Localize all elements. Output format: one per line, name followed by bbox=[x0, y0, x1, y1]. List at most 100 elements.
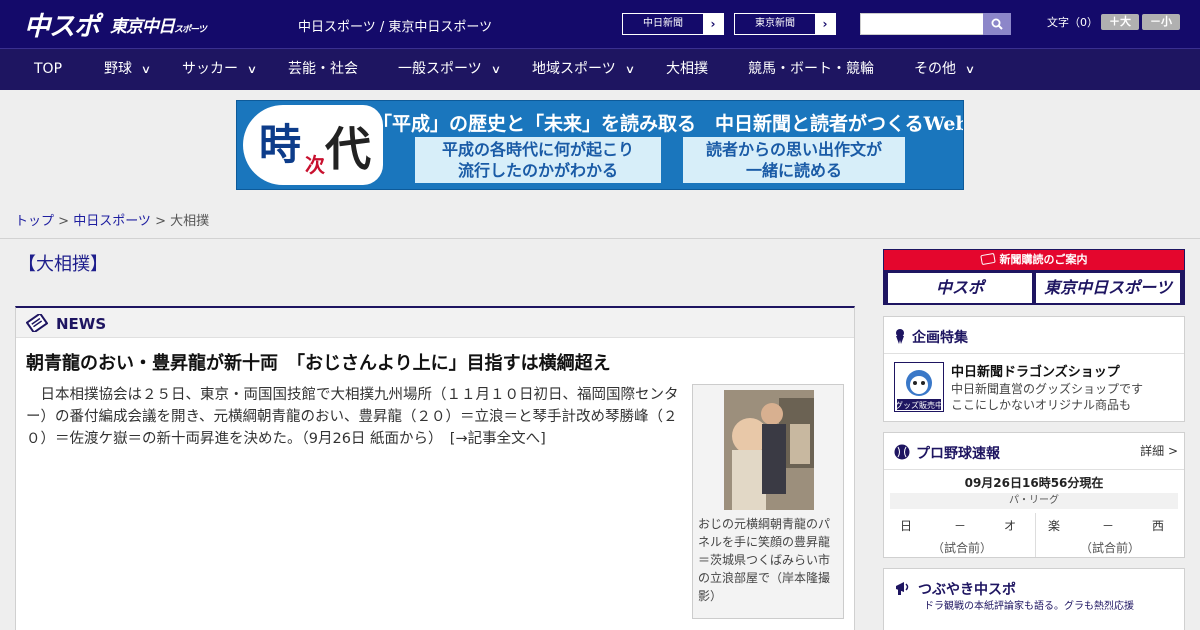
search-button[interactable] bbox=[983, 13, 1011, 35]
dragons-shop-link[interactable]: 中日新聞ドラゴンズショップ bbox=[951, 361, 1120, 380]
banner-char-ji: 時 bbox=[259, 120, 302, 169]
nav-item-soccer[interactable]: サッカー ∨ bbox=[182, 49, 258, 91]
breadcrumb-section-link[interactable]: 中日スポーツ bbox=[73, 214, 151, 229]
tweet-subtitle: ドラ観戦の本紙評論家も語る。グラも熱烈応援 bbox=[924, 601, 1134, 612]
site-names: 中日スポーツ / 東京中日スポーツ bbox=[298, 20, 493, 35]
banner-box-history: 平成の各時代に何が起こり 流行したのかがわかる bbox=[415, 137, 661, 183]
banner-headline: 「平成」の歴史と「未来」を読み取る 中日新聞と読者がつくるWebサイト bbox=[373, 113, 964, 135]
article-photo-box: おじの元横綱朝青龍のパネルを手に笑顔の豊昇龍＝茨城県つくばみらい市の立浪部屋で（… bbox=[692, 384, 844, 619]
dragons-shop-desc: 中日新聞直営のグッズショップです ここにしかないオリジナル商品も bbox=[951, 381, 1143, 413]
megaphone-icon bbox=[896, 582, 909, 595]
subscribe-tokyo-button[interactable]: 東京中日スポーツ bbox=[1036, 273, 1180, 303]
font-size-label: 文字（0） bbox=[1047, 16, 1098, 29]
newspaper-icon bbox=[26, 314, 48, 332]
chunichi-shimbun-link[interactable]: 中日新聞 › bbox=[622, 13, 724, 35]
away-team: オ bbox=[1004, 519, 1017, 533]
nav-item-general-sports[interactable]: 一般スポーツ ∨ bbox=[398, 49, 502, 91]
article-photo[interactable] bbox=[724, 390, 814, 510]
news-label: NEWS bbox=[56, 315, 107, 333]
game-row[interactable]: 日 － オ （試合前） bbox=[888, 513, 1036, 557]
tokyo-chunichi-logo[interactable]: 東京中日スポーツ bbox=[110, 12, 207, 37]
nav-item-racing[interactable]: 競馬・ボート・競輪 bbox=[748, 49, 874, 91]
game-status: （試合前） bbox=[1079, 541, 1140, 555]
subscription-title: 新聞購読のご案内 bbox=[999, 253, 1088, 266]
font-smaller-button[interactable]: －小 bbox=[1142, 14, 1180, 30]
nav-label: TOP bbox=[34, 61, 63, 77]
score-title-text: プロ野球速報 bbox=[916, 446, 1000, 462]
nav-label: 野球 bbox=[104, 61, 132, 77]
subscription-header: 新聞購読のご案内 bbox=[884, 250, 1184, 270]
score-sep: － bbox=[954, 519, 967, 533]
feature-divider bbox=[884, 353, 1184, 354]
home-team: 日 bbox=[900, 519, 913, 533]
breadcrumb-sep: > bbox=[150, 214, 171, 229]
banner-box2-line1: 読者からの思い出作文が bbox=[705, 140, 882, 159]
nav-label: サッカー bbox=[182, 61, 238, 77]
search-input[interactable] bbox=[860, 13, 984, 35]
tweet-title: つぶやき中スポ bbox=[894, 579, 1016, 599]
score-timestamp: 09月26日16時56分現在 bbox=[964, 476, 1104, 490]
ticket-icon bbox=[979, 252, 996, 266]
breadcrumb-top-link[interactable]: トップ bbox=[15, 214, 54, 229]
chevron-down-icon: ∨ bbox=[246, 63, 258, 76]
nav-label: 一般スポーツ bbox=[398, 61, 482, 77]
nav-item-local-sports[interactable]: 地域スポーツ ∨ bbox=[532, 49, 636, 91]
chevron-down-icon: ∨ bbox=[140, 63, 152, 76]
league-label: パ・リーグ bbox=[890, 493, 1178, 509]
breadcrumb-sep: > bbox=[54, 214, 74, 229]
feature-title: 企画特集 bbox=[894, 327, 968, 347]
site-header: 中スポ 東京中日スポーツ 中日スポーツ / 東京中日スポーツ 中日新聞 › 東京… bbox=[0, 0, 1200, 48]
chevron-right-icon: › bbox=[703, 14, 723, 34]
tokyo-shimbun-link[interactable]: 東京新聞 › bbox=[734, 13, 836, 35]
tokyo-logo-sub: スポーツ bbox=[174, 25, 207, 35]
chevron-down-icon: ∨ bbox=[964, 63, 976, 76]
tweet-title-text[interactable]: つぶやき中スポ bbox=[918, 582, 1016, 598]
subscription-box: 新聞購読のご案内 中スポ 東京中日スポーツ bbox=[883, 249, 1185, 305]
main-nav: TOP 野球 ∨ サッカー ∨ 芸能・社会 一般スポーツ ∨ 地域スポーツ ∨ 大相撲 … bbox=[0, 48, 1200, 90]
article-title[interactable]: 朝青龍のおい・豊昇龍が新十両 「おじさんより上に」目指すは横綱超え bbox=[26, 349, 611, 375]
subscribe-chunichi-button[interactable]: 中スポ bbox=[888, 273, 1032, 303]
photo-caption: おじの元横綱朝青龍のパネルを手に笑顔の豊昇龍＝茨城県つくばみらい市の立浪部屋で（… bbox=[698, 517, 831, 603]
nav-item-baseball[interactable]: 野球 ∨ bbox=[104, 49, 152, 91]
feature-title-text: 企画特集 bbox=[912, 330, 968, 346]
tokyo-shimbun-label: 東京新聞 bbox=[755, 18, 795, 29]
breadcrumb-current: 大相撲 bbox=[170, 214, 210, 229]
score-sep: － bbox=[1102, 519, 1115, 533]
tokyo-logo-text: 東京中日 bbox=[110, 17, 175, 37]
breadcrumb-divider bbox=[0, 238, 1200, 239]
news-header: NEWS bbox=[16, 308, 854, 338]
chevron-right-icon: › bbox=[815, 14, 835, 34]
banner-box1-line1: 平成の各時代に何が起こり bbox=[441, 140, 634, 159]
chunichi-sports-logo[interactable]: 中スポ bbox=[24, 6, 100, 43]
nav-item-entertainment[interactable]: 芸能・社会 bbox=[288, 49, 358, 91]
search-icon bbox=[991, 18, 1003, 30]
chevron-down-icon: ∨ bbox=[490, 63, 502, 76]
nav-item-other[interactable]: その他 ∨ bbox=[914, 49, 976, 91]
dragons-shop-thumbnail[interactable]: グッズ販売中 bbox=[894, 362, 944, 412]
page-title: 【大相撲】 bbox=[18, 254, 108, 275]
chevron-down-icon: ∨ bbox=[624, 63, 636, 76]
breadcrumb: トップ > 中日スポーツ > 大相撲 bbox=[15, 210, 209, 229]
feature-box: 企画特集 グッズ販売中 中日新聞ドラゴンズショップ 中日新聞直営のグッズショップ… bbox=[883, 316, 1185, 422]
feature-desc-line1: 中日新聞直営のグッズショップです bbox=[951, 382, 1144, 396]
game-row[interactable]: 楽 － 西 （試合前） bbox=[1036, 513, 1184, 557]
tweet-box: つぶやき中スポ ドラ観戦の本紙評論家も語る。グラも熱烈応援 bbox=[883, 568, 1185, 630]
nav-item-top[interactable]: TOP bbox=[34, 49, 62, 91]
baseball-icon bbox=[894, 444, 910, 460]
font-larger-button[interactable]: ＋大 bbox=[1101, 14, 1139, 30]
banner-char-tsugi: 次 bbox=[305, 153, 325, 177]
banner-char-dai: 代 bbox=[325, 122, 371, 176]
nav-label: 芸能・社会 bbox=[288, 61, 358, 77]
nav-item-sumo[interactable]: 大相撲 bbox=[666, 49, 708, 91]
score-detail-link[interactable]: 詳細 > bbox=[1140, 442, 1178, 459]
article-body: 日本相撲協会は２５日、東京・両国国技館で大相撲九州場所（１１月１０日初日、福岡国… bbox=[26, 387, 679, 447]
nav-label: 地域スポーツ bbox=[532, 61, 616, 77]
banner-box1-line2: 流行したのかがわかる bbox=[457, 161, 618, 180]
score-divider bbox=[884, 469, 1184, 470]
nav-label: 競馬・ボート・競輪 bbox=[748, 61, 874, 77]
home-team: 楽 bbox=[1048, 519, 1061, 533]
ribbon-icon bbox=[896, 329, 904, 344]
baseball-score-box: プロ野球速報 詳細 > 09月26日16時56分現在 パ・リーグ 日 － オ （… bbox=[883, 432, 1185, 558]
banner-box2-line2: 一緒に読める bbox=[745, 161, 842, 180]
jidai-banner[interactable]: 時 次 代 「平成」の歴史と「未来」を読み取る 中日新聞と読者がつくるWebサイ… bbox=[236, 100, 964, 190]
